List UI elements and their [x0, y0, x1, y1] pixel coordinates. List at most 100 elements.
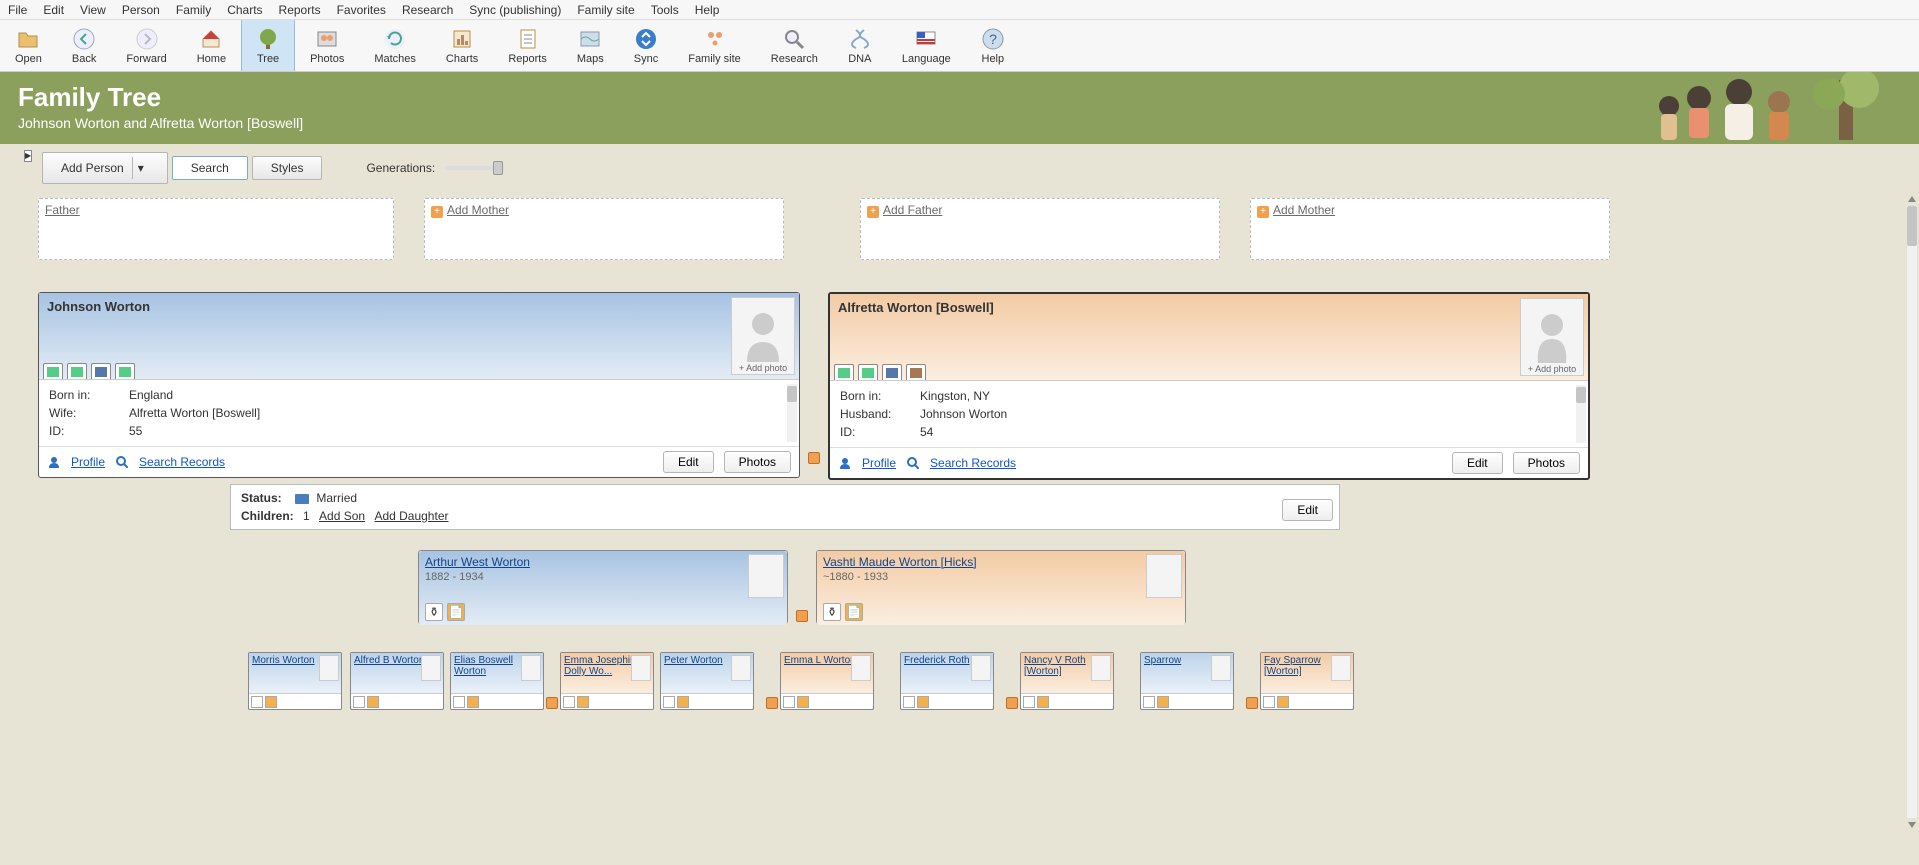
marriage-connector[interactable]: [766, 697, 778, 709]
badge-icon[interactable]: [563, 696, 575, 708]
add-person-button[interactable]: Add Person ▾: [42, 152, 168, 184]
badge-icon[interactable]: [353, 696, 365, 708]
doc-icon[interactable]: 📄: [447, 603, 465, 621]
scrollbar[interactable]: [787, 384, 797, 442]
menu-person[interactable]: Person: [122, 3, 160, 17]
toolbar-maps[interactable]: Maps: [562, 20, 619, 71]
badge-icon[interactable]: [903, 696, 915, 708]
grandchild-card[interactable]: Morris Worton: [248, 652, 342, 710]
grandchild-card[interactable]: Frederick Roth: [900, 652, 994, 710]
add-mother-link-1[interactable]: Add Mother: [447, 203, 509, 217]
wife-card[interactable]: Alfretta Worton [Boswell] + Add photo Bo…: [828, 292, 1590, 480]
father-link[interactable]: Father: [45, 203, 80, 217]
menu-family[interactable]: Family: [176, 3, 211, 17]
doc-icon[interactable]: [577, 696, 589, 708]
grandchild-card[interactable]: Sparrow: [1140, 652, 1234, 710]
marriage-connector[interactable]: [796, 610, 808, 622]
add-daughter-link[interactable]: Add Daughter: [374, 509, 448, 523]
badge-icon[interactable]: [1263, 696, 1275, 708]
badge-icon[interactable]: [453, 696, 465, 708]
menu-help[interactable]: Help: [695, 3, 720, 17]
grave-icon[interactable]: ⚱: [823, 603, 841, 621]
badge-icon[interactable]: [663, 696, 675, 708]
toolbar-forward[interactable]: Forward: [111, 20, 181, 71]
styles-button[interactable]: Styles: [252, 156, 323, 180]
tab-4[interactable]: [115, 363, 135, 379]
grandchild-card[interactable]: Fay Sparrow [Worton]: [1260, 652, 1354, 710]
add-mother-placeholder-2[interactable]: +Add Mother: [1250, 198, 1610, 260]
toolbar-reports[interactable]: Reports: [493, 20, 562, 71]
tab-2[interactable]: [67, 363, 87, 379]
badge-icon[interactable]: [783, 696, 795, 708]
doc-icon[interactable]: [797, 696, 809, 708]
add-mother-placeholder-1[interactable]: +Add Mother: [424, 198, 784, 260]
edit-button[interactable]: Edit: [1452, 452, 1503, 474]
toolbar-tree[interactable]: Tree: [241, 20, 295, 71]
tab-3[interactable]: [882, 364, 902, 380]
doc-icon[interactable]: [1157, 696, 1169, 708]
photos-button[interactable]: Photos: [724, 451, 791, 473]
doc-icon[interactable]: [677, 696, 689, 708]
badge-icon[interactable]: [1143, 696, 1155, 708]
doc-icon[interactable]: 📄: [845, 603, 863, 621]
grandchild-card[interactable]: Emma Josephine Dolly Wo...: [560, 652, 654, 710]
menu-charts[interactable]: Charts: [227, 3, 262, 17]
tab-1[interactable]: [43, 363, 63, 379]
toolbar-help[interactable]: ?Help: [966, 20, 1020, 71]
tab-3[interactable]: [91, 363, 111, 379]
toolbar-back[interactable]: Back: [57, 20, 111, 71]
grave-icon[interactable]: ⚱: [425, 603, 443, 621]
grandchild-card[interactable]: Alfred B Worton: [350, 652, 444, 710]
add-father-placeholder[interactable]: +Add Father: [860, 198, 1220, 260]
toolbar-photos[interactable]: Photos: [295, 20, 359, 71]
panel-collapse-handle[interactable]: ▶: [24, 150, 32, 162]
tree-canvas[interactable]: Father +Add Mother +Add Father +Add Moth…: [30, 192, 1919, 832]
doc-icon[interactable]: [1277, 696, 1289, 708]
scrollbar[interactable]: [1576, 385, 1586, 443]
child-spouse-card-vashti[interactable]: Vashti Maude Worton [Hicks] ~1880 - 1933…: [816, 550, 1186, 624]
badge-icon[interactable]: [251, 696, 263, 708]
child-spouse-name[interactable]: Vashti Maude Worton [Hicks]: [823, 555, 977, 569]
grandchild-card[interactable]: Emma L Worton: [780, 652, 874, 710]
menu-favorites[interactable]: Favorites: [337, 3, 386, 17]
search-records-link[interactable]: Search Records: [139, 455, 225, 469]
marriage-connector[interactable]: [546, 697, 558, 709]
tab-1[interactable]: [834, 364, 854, 380]
grandchild-card[interactable]: Peter Worton: [660, 652, 754, 710]
badge-icon[interactable]: [1023, 696, 1035, 708]
search-button[interactable]: Search: [172, 156, 248, 180]
toolbar-sync[interactable]: Sync: [619, 20, 673, 71]
child-card-arthur[interactable]: Arthur West Worton 1882 - 1934 ⚱📄: [418, 550, 788, 624]
add-mother-link-2[interactable]: Add Mother: [1273, 203, 1335, 217]
generations-slider[interactable]: [445, 166, 505, 170]
search-records-link[interactable]: Search Records: [930, 456, 1016, 470]
add-father-link[interactable]: Add Father: [883, 203, 942, 217]
profile-link[interactable]: Profile: [862, 456, 896, 470]
photos-button[interactable]: Photos: [1513, 452, 1580, 474]
scroll-up-icon[interactable]: [1907, 194, 1917, 204]
menu-reports[interactable]: Reports: [279, 3, 321, 17]
toolbar-home[interactable]: Home: [182, 20, 241, 71]
menu-research[interactable]: Research: [402, 3, 453, 17]
husband-card[interactable]: Johnson Worton + Add photo Born in:Engla…: [38, 292, 800, 478]
marriage-connector[interactable]: [1246, 697, 1258, 709]
menu-edit[interactable]: Edit: [43, 3, 64, 17]
tab-2[interactable]: [858, 364, 878, 380]
status-edit-button[interactable]: Edit: [1282, 499, 1333, 521]
tab-4[interactable]: [906, 364, 926, 380]
menu-view[interactable]: View: [80, 3, 106, 17]
doc-icon[interactable]: [917, 696, 929, 708]
child-name[interactable]: Arthur West Worton: [425, 555, 530, 569]
menu-tools[interactable]: Tools: [651, 3, 679, 17]
edit-button[interactable]: Edit: [663, 451, 714, 473]
toolbar-open[interactable]: Open: [0, 20, 57, 71]
marriage-connector[interactable]: [1006, 697, 1018, 709]
doc-icon[interactable]: [467, 696, 479, 708]
father-placeholder[interactable]: Father: [38, 198, 394, 260]
toolbar-family-site[interactable]: Family site: [673, 20, 756, 71]
grandchild-card[interactable]: Nancy V Roth [Worton]: [1020, 652, 1114, 710]
menu-file[interactable]: File: [8, 3, 27, 17]
toolbar-language[interactable]: Language: [887, 20, 966, 71]
toolbar-research[interactable]: Research: [756, 20, 833, 71]
toolbar-charts[interactable]: Charts: [431, 20, 493, 71]
